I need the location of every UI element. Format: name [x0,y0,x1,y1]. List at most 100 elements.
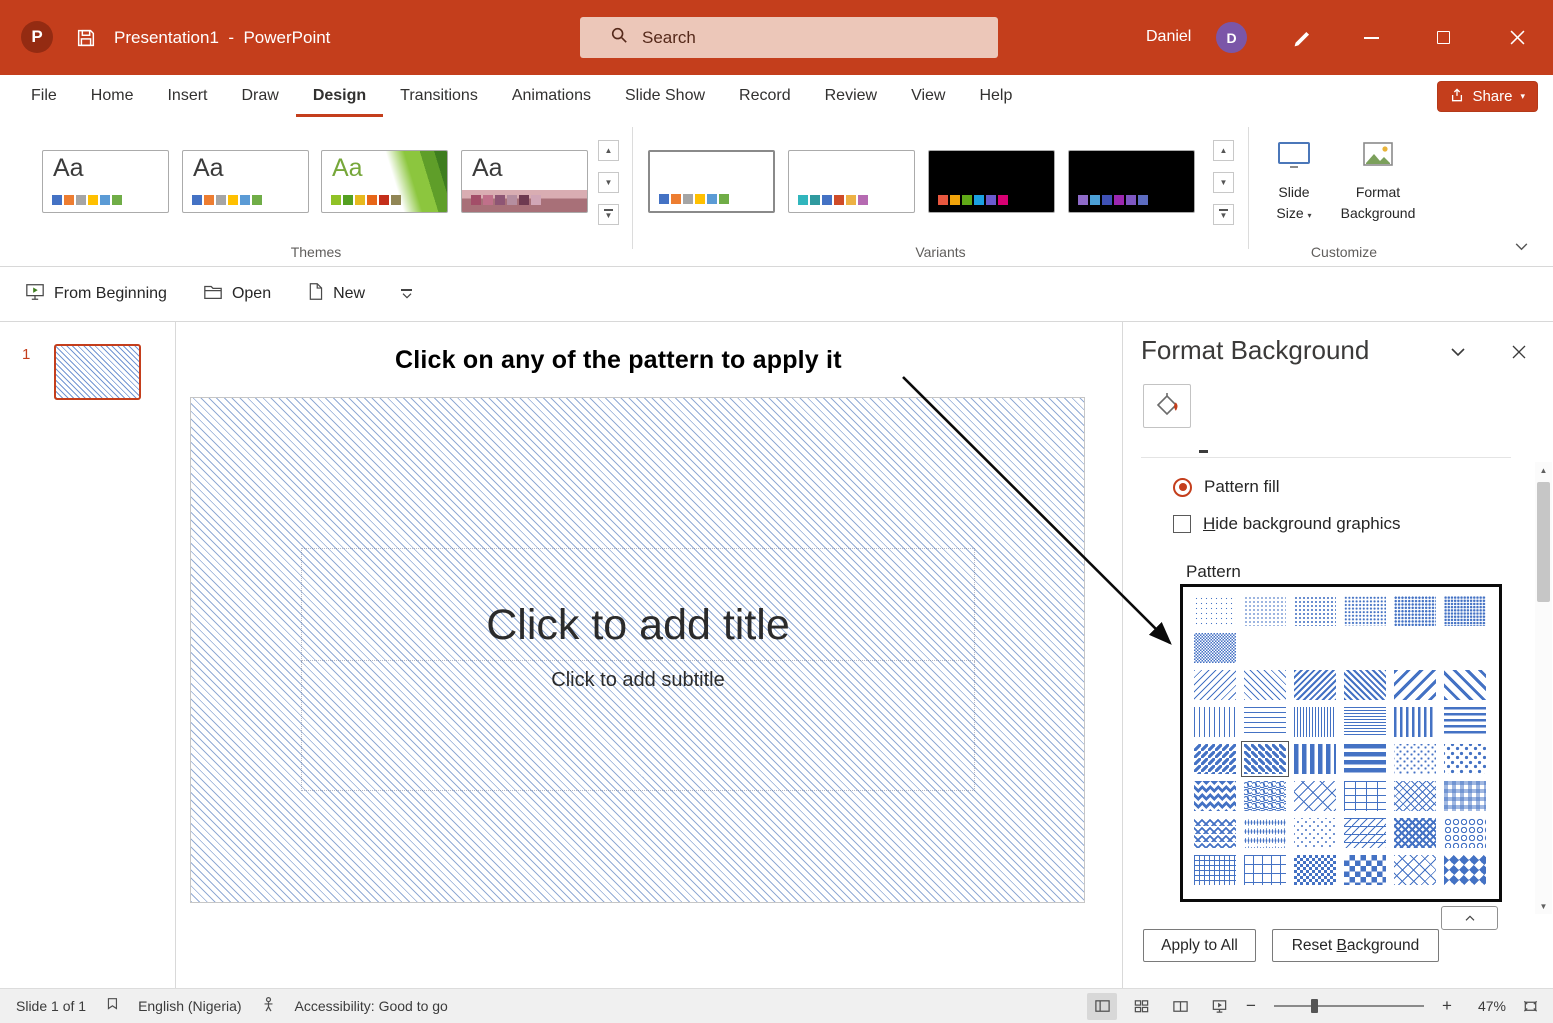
share-button[interactable]: Share ▾ [1437,81,1538,112]
variant-thumbnail-2[interactable] [788,150,915,213]
pattern-swatch-sphere[interactable] [1444,818,1486,848]
themes-scroll-up-button[interactable]: ▲ [598,140,619,161]
pattern-swatch-30[interactable] [1394,596,1436,626]
tab-record[interactable]: Record [722,75,808,117]
pattern-swatch-50[interactable] [1194,633,1236,663]
pattern-swatch-dark-downward-diagonal[interactable] [1294,670,1336,700]
fill-options-button[interactable] [1143,384,1191,428]
open-button[interactable]: Open [203,282,271,307]
pattern-swatch-dark-upward-diagonal[interactable] [1344,670,1386,700]
pattern-swatch-diagonal-brick[interactable] [1294,781,1336,811]
zoom-slider[interactable] [1274,1005,1424,1007]
slide-thumbnail[interactable] [54,344,141,400]
pattern-swatch-light-vertical[interactable] [1194,707,1236,737]
flag-icon[interactable] [104,996,120,1016]
scrollbar-thumb[interactable] [1537,482,1550,602]
pattern-swatch-light-downward-diagonal[interactable] [1194,670,1236,700]
pattern-swatch-large-grid[interactable] [1244,855,1286,885]
pattern-swatch-outlined-diamond[interactable] [1394,855,1436,885]
pattern-swatch-60[interactable] [1244,633,1286,663]
search-bar[interactable]: Search [580,17,998,58]
pattern-swatch-small-confetti[interactable] [1394,744,1436,774]
pattern-swatch-dotted-diamond[interactable] [1294,818,1336,848]
title-placeholder[interactable]: Click to add title [301,548,975,661]
pattern-swatch-weave[interactable] [1394,781,1436,811]
save-icon[interactable] [72,24,100,52]
pattern-swatch-wide-upward-diagonal[interactable] [1444,670,1486,700]
pattern-swatch-dashed-downward-diagonal[interactable] [1194,744,1236,774]
scroll-down-icon[interactable]: ▼ [1535,898,1552,914]
pattern-swatch-light-horizontal[interactable] [1244,707,1286,737]
fit-to-window-icon[interactable] [1515,993,1545,1020]
pattern-swatch-small-grid[interactable] [1194,855,1236,885]
variant-thumbnail-3[interactable] [928,150,1055,213]
themes-scroll-down-button[interactable]: ▼ [598,172,619,193]
collapse-ribbon-button[interactable] [1511,239,1531,255]
zoom-in-icon[interactable]: + [1439,996,1455,1016]
hide-background-graphics-option[interactable]: Hide background graphics [1173,514,1401,534]
close-button[interactable] [1481,0,1553,75]
pane-scrollbar[interactable]: ▲ ▼ [1535,462,1552,914]
pane-options-button[interactable] [1446,342,1470,362]
pattern-swatch-horizontal-brick[interactable] [1344,781,1386,811]
tab-draw[interactable]: Draw [224,75,295,117]
themes-more-button[interactable]: ▼ [598,204,619,225]
pattern-swatch-narrow-horizontal[interactable] [1344,707,1386,737]
pattern-swatch-small-checker-board[interactable] [1294,855,1336,885]
language-status[interactable]: English (Nigeria) [138,998,241,1014]
pattern-swatch-40[interactable] [1444,596,1486,626]
pattern-swatch-divot[interactable] [1194,818,1236,848]
tab-transitions[interactable]: Transitions [383,75,495,117]
pattern-swatch-shingle[interactable] [1344,818,1386,848]
user-avatar[interactable]: D [1216,22,1247,53]
user-name[interactable]: Daniel [1146,28,1191,46]
pattern-swatch-light-upward-diagonal[interactable] [1244,670,1286,700]
tab-help[interactable]: Help [962,75,1029,117]
scroll-up-icon[interactable]: ▲ [1535,462,1552,478]
tab-animations[interactable]: Animations [495,75,608,117]
pen-icon[interactable] [1288,25,1316,51]
accessibility-icon[interactable] [260,996,277,1016]
slide-info[interactable]: Slide 1 of 1 [16,998,86,1014]
variant-thumbnail-1[interactable] [648,150,775,213]
subtitle-placeholder[interactable]: Click to add subtitle [301,661,975,791]
new-button[interactable]: New [307,282,365,306]
pattern-swatch-20[interactable] [1294,596,1336,626]
slide-editing-surface[interactable]: Click to add title Click to add subtitle [190,397,1085,903]
zoom-slider-thumb[interactable] [1311,999,1318,1013]
maximize-button[interactable] [1409,0,1477,75]
cropped-control[interactable] [1441,906,1498,930]
tab-design[interactable]: Design [296,75,383,117]
tab-home[interactable]: Home [74,75,151,117]
pattern-swatch-5[interactable] [1194,596,1236,626]
apply-to-all-button[interactable]: Apply to All [1143,929,1256,962]
normal-view-button[interactable] [1087,993,1117,1020]
slide-sorter-view-button[interactable] [1126,993,1156,1020]
pattern-swatch-10[interactable] [1244,596,1286,626]
theme-thumbnail-2[interactable]: Aa [182,150,309,213]
theme-thumbnail-3[interactable]: Aa [321,150,448,213]
zoom-out-icon[interactable]: − [1243,996,1259,1016]
reading-view-button[interactable] [1165,993,1195,1020]
slide-size-button[interactable]: Slide Size ▾ [1265,140,1323,223]
pattern-swatch-dark-horizontal[interactable] [1444,707,1486,737]
pattern-swatch-dashed-vertical[interactable] [1344,744,1386,774]
tab-review[interactable]: Review [808,75,894,117]
variant-thumbnail-4[interactable] [1068,150,1195,213]
toolbar-overflow-button[interactable] [401,289,412,299]
pane-close-button[interactable] [1505,338,1533,366]
pattern-swatch-narrow-vertical[interactable] [1294,707,1336,737]
theme-thumbnail-4[interactable]: Aa [461,150,588,213]
pattern-swatch-large-confetti[interactable] [1444,744,1486,774]
variants-scroll-down-button[interactable]: ▼ [1213,172,1234,193]
pattern-fill-option[interactable]: Pattern fill [1173,477,1280,497]
pattern-swatch-90[interactable] [1444,633,1486,663]
variants-scroll-up-button[interactable]: ▲ [1213,140,1234,161]
powerpoint-logo-icon[interactable]: P [21,21,53,53]
pattern-swatch-dotted-grid[interactable] [1244,818,1286,848]
theme-thumbnail-1[interactable]: Aa [42,150,169,213]
pattern-swatch-80[interactable] [1394,633,1436,663]
tab-insert[interactable]: Insert [150,75,224,117]
pattern-swatch-dashed-upward-diagonal[interactable] [1244,744,1286,774]
reset-background-button[interactable]: Reset Background [1272,929,1439,962]
